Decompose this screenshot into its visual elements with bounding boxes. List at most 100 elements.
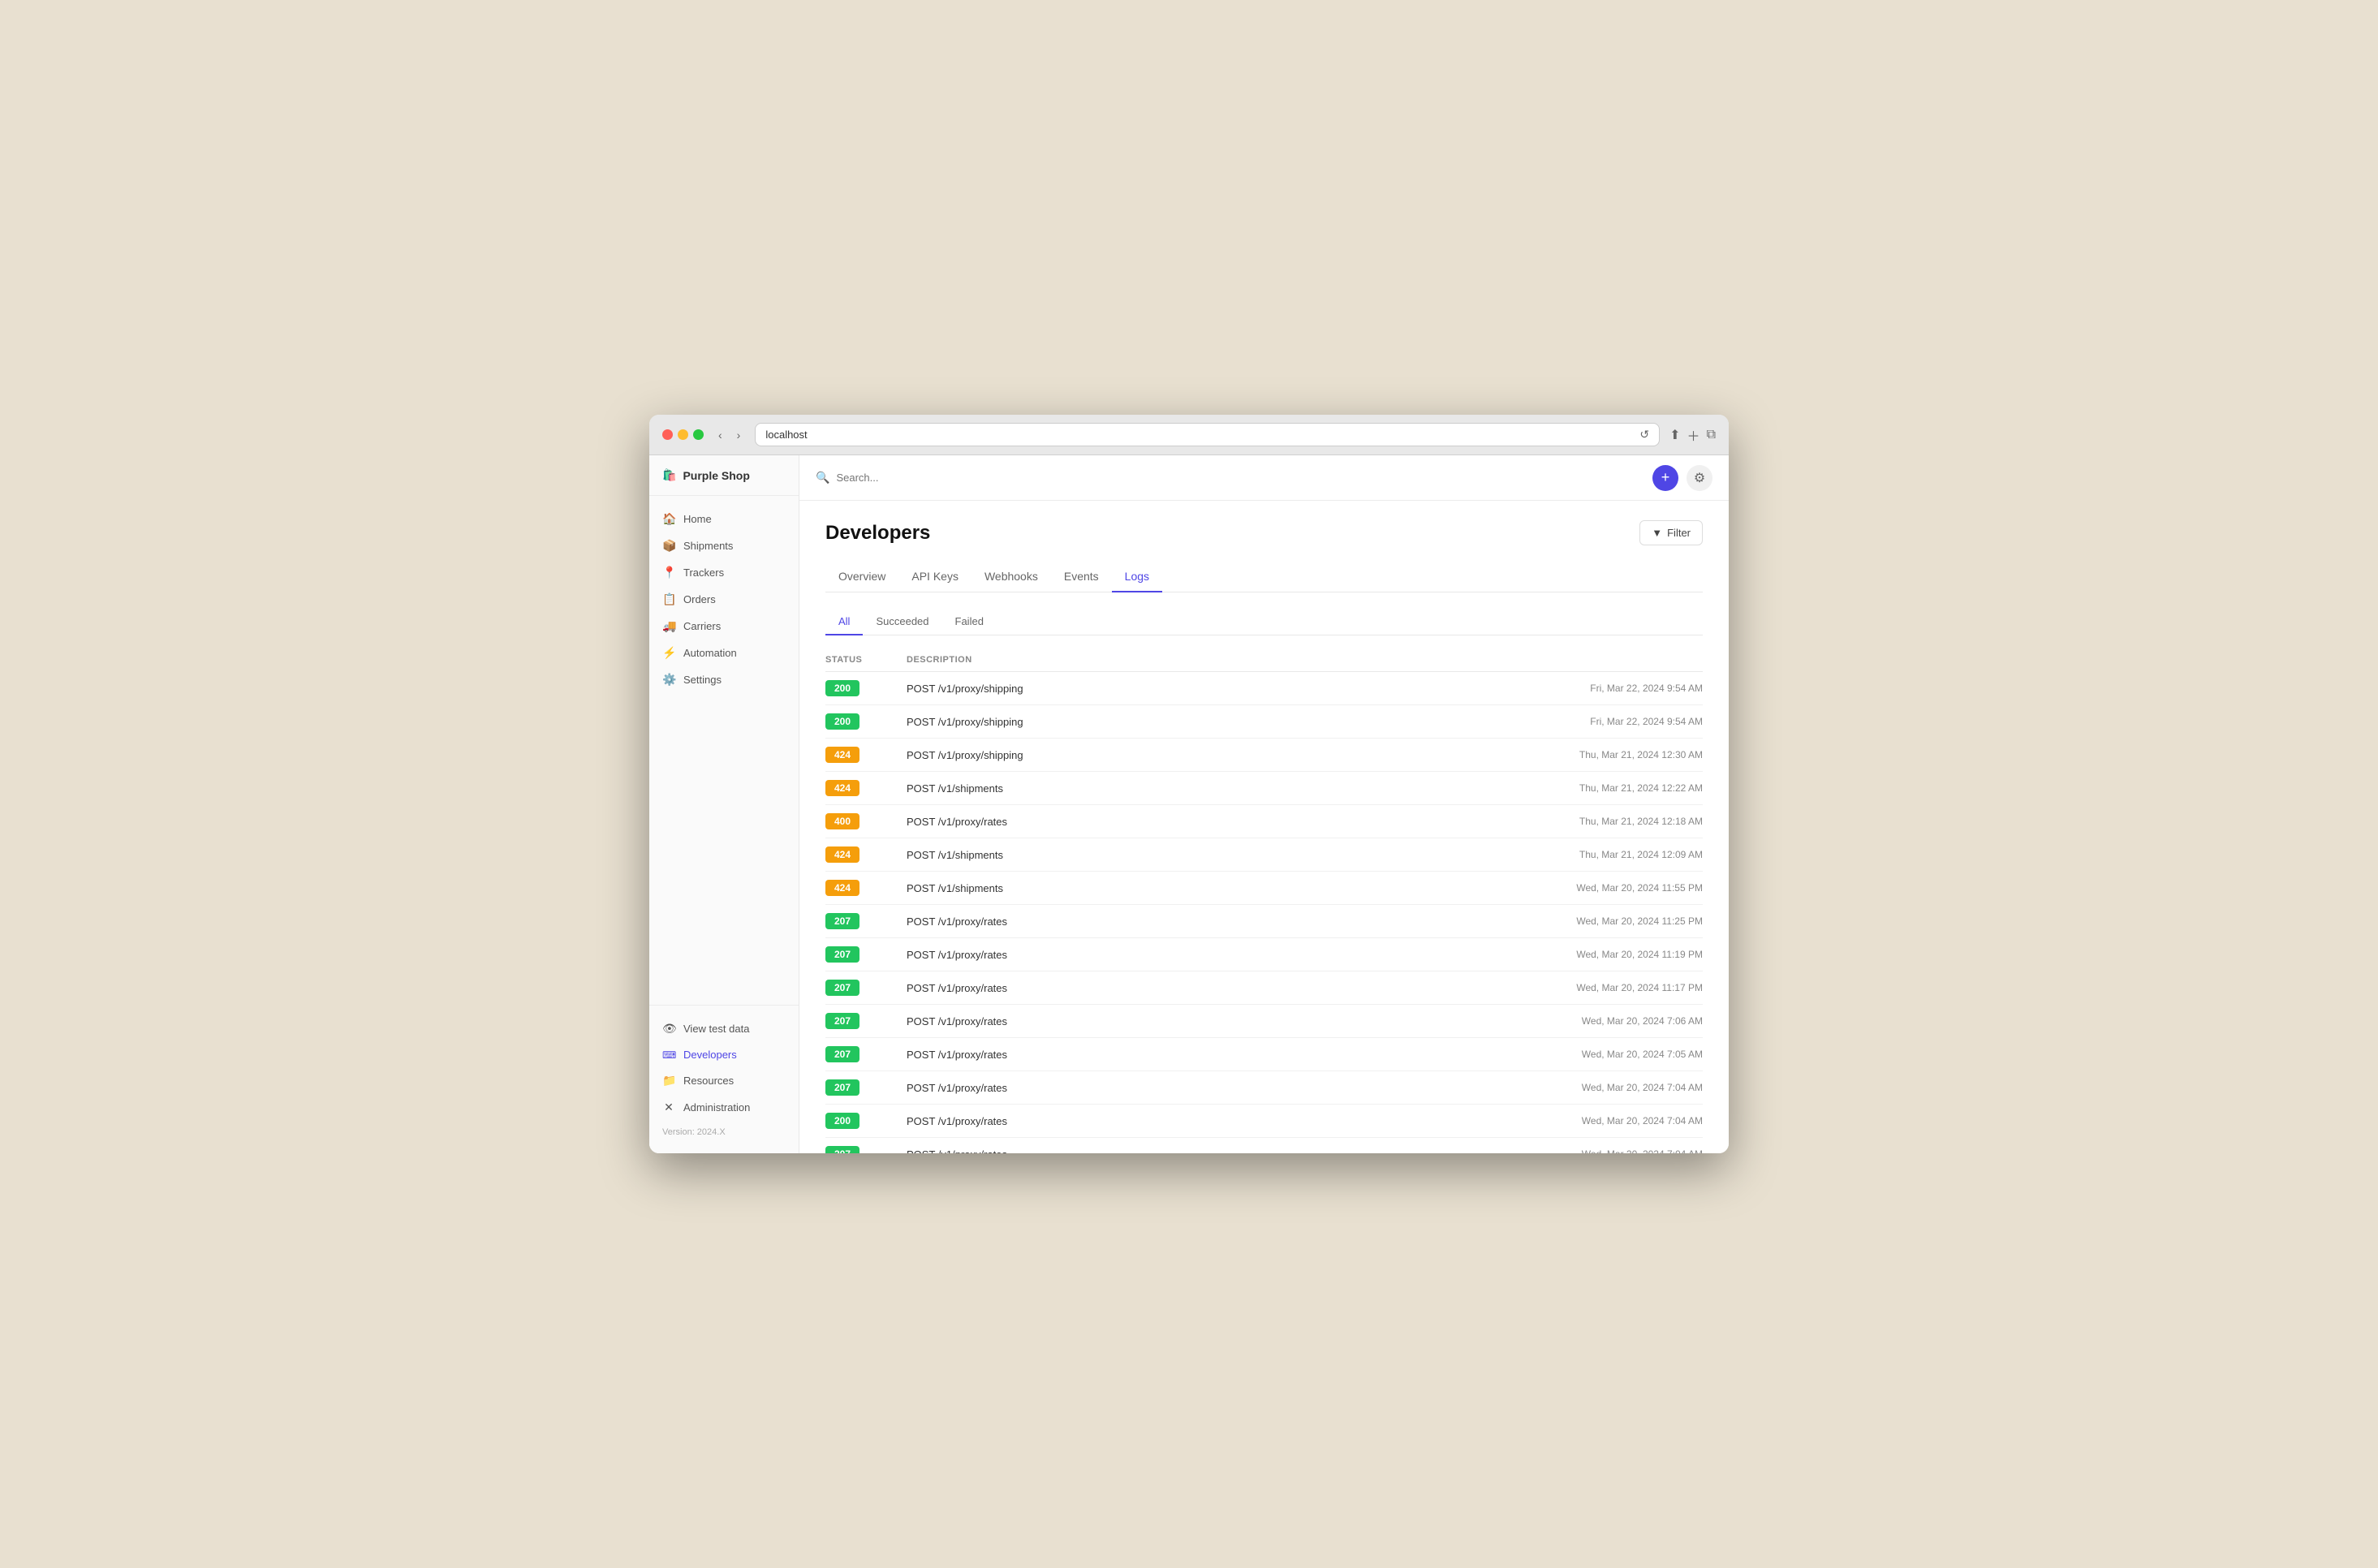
date-cell: Wed, Mar 20, 2024 11:55 PM [1500, 882, 1703, 894]
date-cell: Thu, Mar 21, 2024 12:30 AM [1500, 749, 1703, 760]
orders-icon: 📋 [662, 592, 675, 606]
filter-tab-all[interactable]: All [825, 609, 863, 635]
table-row[interactable]: 424 POST /v1/shipments Thu, Mar 21, 2024… [825, 772, 1703, 805]
sidebar-label-settings: Settings [683, 674, 722, 686]
maximize-traffic-light[interactable] [693, 429, 704, 440]
status-badge: 424 [825, 780, 859, 796]
col-status-header: STATUS [825, 655, 907, 665]
table-body: 200 POST /v1/proxy/shipping Fri, Mar 22,… [825, 672, 1703, 1153]
status-badge: 200 [825, 713, 859, 730]
status-cell: 207 [825, 980, 907, 996]
status-badge: 207 [825, 980, 859, 996]
resources-icon: 📁 [662, 1074, 675, 1088]
status-badge: 424 [825, 747, 859, 763]
main-content: 🔍 + ⚙ Developers ▼ Filter [799, 455, 1729, 1153]
status-badge: 207 [825, 1046, 859, 1062]
description-cell: POST /v1/shipments [907, 782, 1500, 795]
minimize-traffic-light[interactable] [678, 429, 688, 440]
date-cell: Fri, Mar 22, 2024 9:54 AM [1500, 716, 1703, 727]
sidebar-item-orders[interactable]: 📋 Orders [649, 586, 799, 613]
search-input[interactable] [836, 472, 998, 484]
status-badge: 207 [825, 913, 859, 929]
tab-webhooks[interactable]: Webhooks [971, 562, 1051, 592]
filter-tab-failed[interactable]: Failed [942, 609, 997, 635]
sidebar-item-automation[interactable]: ⚡ Automation [649, 640, 799, 666]
status-badge: 424 [825, 880, 859, 896]
back-button[interactable]: ‹ [713, 425, 727, 445]
table-row[interactable]: 424 POST /v1/shipments Thu, Mar 21, 2024… [825, 838, 1703, 872]
status-badge: 200 [825, 1113, 859, 1129]
table-row[interactable]: 207 POST /v1/proxy/rates Wed, Mar 20, 20… [825, 1138, 1703, 1153]
settings-icon: ⚙️ [662, 673, 675, 687]
tabs-button[interactable]: ⧉ [1707, 425, 1716, 445]
table-row[interactable]: 424 POST /v1/proxy/shipping Thu, Mar 21,… [825, 739, 1703, 772]
status-cell: 424 [825, 880, 907, 896]
gear-button[interactable]: ⚙ [1687, 465, 1712, 491]
table-row[interactable]: 207 POST /v1/proxy/rates Wed, Mar 20, 20… [825, 938, 1703, 971]
status-cell: 207 [825, 1046, 907, 1062]
status-badge: 424 [825, 846, 859, 863]
sidebar-item-shipments[interactable]: 📦 Shipments [649, 532, 799, 559]
status-cell: 400 [825, 813, 907, 829]
address-bar[interactable]: localhost ↺ [755, 423, 1660, 446]
tab-api-keys[interactable]: API Keys [898, 562, 971, 592]
table-row[interactable]: 207 POST /v1/proxy/rates Wed, Mar 20, 20… [825, 1005, 1703, 1038]
url-text: localhost [765, 429, 807, 441]
table-row[interactable]: 207 POST /v1/proxy/rates Wed, Mar 20, 20… [825, 971, 1703, 1005]
logs-table: STATUS DESCRIPTION 200 POST /v1/proxy/sh… [825, 648, 1703, 1153]
sidebar-item-developers[interactable]: ⌨ Developers [649, 1042, 799, 1067]
date-cell: Fri, Mar 22, 2024 9:54 AM [1500, 683, 1703, 694]
filter-tab-succeeded[interactable]: Succeeded [863, 609, 941, 635]
date-cell: Wed, Mar 20, 2024 11:17 PM [1500, 982, 1703, 993]
view-test-icon: 👁 [662, 1022, 675, 1036]
date-cell: Wed, Mar 20, 2024 7:04 AM [1500, 1148, 1703, 1153]
table-row[interactable]: 200 POST /v1/proxy/shipping Fri, Mar 22,… [825, 705, 1703, 739]
table-row[interactable]: 207 POST /v1/proxy/rates Wed, Mar 20, 20… [825, 1038, 1703, 1071]
page-header: Developers ▼ Filter [825, 520, 1703, 545]
filter-label: Filter [1667, 527, 1691, 539]
sidebar-item-settings[interactable]: ⚙️ Settings [649, 666, 799, 693]
page-title: Developers [825, 522, 930, 545]
description-cell: POST /v1/shipments [907, 849, 1500, 861]
sidebar-label-administration: Administration [683, 1101, 750, 1114]
status-cell: 424 [825, 846, 907, 863]
table-row[interactable]: 200 POST /v1/proxy/shipping Fri, Mar 22,… [825, 672, 1703, 705]
sidebar-label-developers: Developers [683, 1049, 737, 1061]
table-row[interactable]: 200 POST /v1/proxy/rates Wed, Mar 20, 20… [825, 1105, 1703, 1138]
tab-events[interactable]: Events [1051, 562, 1112, 592]
sidebar-item-trackers[interactable]: 📍 Trackers [649, 559, 799, 586]
tab-logs[interactable]: Logs [1112, 562, 1162, 592]
forward-button[interactable]: › [732, 425, 746, 445]
table-row[interactable]: 400 POST /v1/proxy/rates Thu, Mar 21, 20… [825, 805, 1703, 838]
date-cell: Wed, Mar 20, 2024 7:05 AM [1500, 1049, 1703, 1060]
table-row[interactable]: 424 POST /v1/shipments Wed, Mar 20, 2024… [825, 872, 1703, 905]
tab-overview[interactable]: Overview [825, 562, 898, 592]
new-tab-button[interactable]: ＋ [1687, 425, 1700, 445]
sidebar-label-view-test: View test data [683, 1023, 749, 1035]
shop-icon: 🛍️ [662, 468, 676, 482]
sidebar-label-orders: Orders [683, 593, 716, 605]
sidebar-label-shipments: Shipments [683, 540, 733, 552]
app-container: 🛍️ Purple Shop 🏠 Home 📦 Shipments 📍 Trac… [649, 455, 1729, 1153]
traffic-lights [662, 429, 704, 440]
share-button[interactable]: ⬆ [1669, 425, 1680, 445]
table-row[interactable]: 207 POST /v1/proxy/rates Wed, Mar 20, 20… [825, 905, 1703, 938]
status-cell: 207 [825, 1146, 907, 1153]
description-cell: POST /v1/proxy/shipping [907, 749, 1500, 761]
filter-button[interactable]: ▼ Filter [1639, 520, 1703, 545]
sidebar-item-view-test-data[interactable]: 👁 View test data [649, 1015, 799, 1042]
sidebar-item-home[interactable]: 🏠 Home [649, 506, 799, 532]
carriers-icon: 🚚 [662, 619, 675, 633]
sidebar-item-resources[interactable]: 📁 Resources [649, 1067, 799, 1094]
sidebar-logo[interactable]: 🛍️ Purple Shop [649, 455, 799, 496]
sidebar-item-carriers[interactable]: 🚚 Carriers [649, 613, 799, 640]
add-button[interactable]: + [1652, 465, 1678, 491]
shop-name: Purple Shop [683, 469, 749, 482]
description-cell: POST /v1/proxy/shipping [907, 683, 1500, 695]
browser-actions: ⬆ ＋ ⧉ [1669, 425, 1716, 445]
table-row[interactable]: 207 POST /v1/proxy/rates Wed, Mar 20, 20… [825, 1071, 1703, 1105]
close-traffic-light[interactable] [662, 429, 673, 440]
refresh-button[interactable]: ↺ [1639, 428, 1649, 442]
administration-icon: ✕ [662, 1101, 675, 1114]
sidebar-item-administration[interactable]: ✕ Administration [649, 1094, 799, 1121]
